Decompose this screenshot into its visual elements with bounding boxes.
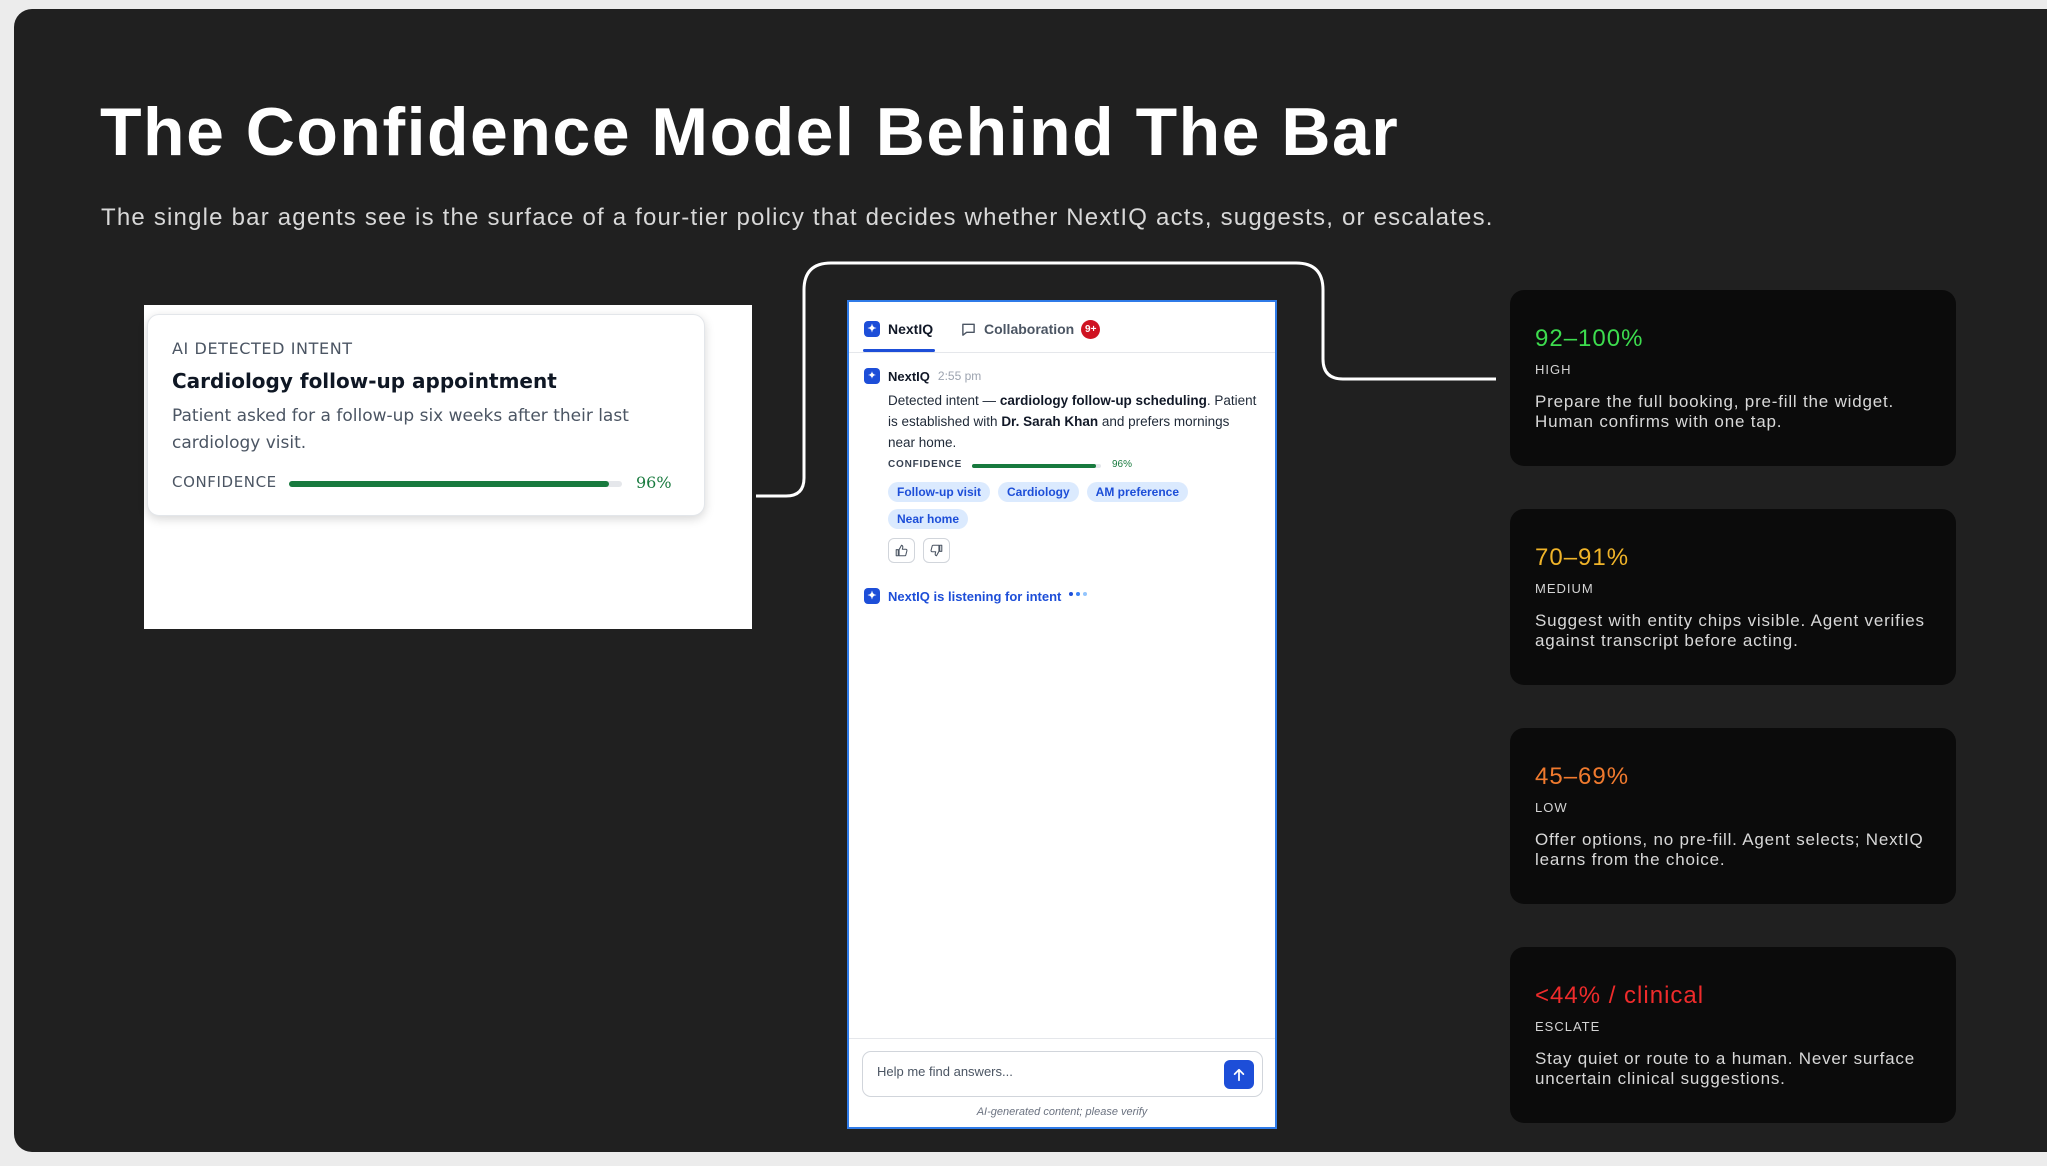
- thumbs-up-button[interactable]: [888, 538, 915, 563]
- page-subtitle: The single bar agents see is the surface…: [101, 204, 1494, 231]
- tier-card-medium: 70–91% MEDIUM Suggest with entity chips …: [1510, 509, 1956, 685]
- entity-chip[interactable]: AM preference: [1086, 482, 1189, 502]
- entity-chip[interactable]: Follow-up visit: [888, 482, 990, 502]
- tier-card-escalate: <44% / clinical ESCLATE Stay quiet or ro…: [1510, 947, 1956, 1123]
- active-tab-indicator: [863, 349, 935, 352]
- message-composer: [862, 1051, 1263, 1097]
- slide: The Confidence Model Behind The Bar The …: [14, 9, 2047, 1152]
- tier-level: LOW: [1535, 800, 1568, 815]
- intent-card-title: Cardiology follow-up appointment: [172, 369, 557, 393]
- page-title: The Confidence Model Behind The Bar: [100, 94, 1400, 170]
- nextiq-icon: ✦: [864, 588, 880, 604]
- tier-level: ESCLATE: [1535, 1019, 1601, 1034]
- tier-card-high: 92–100% HIGH Prepare the full booking, p…: [1510, 290, 1956, 466]
- tab-bar: ✦ NextIQ Collaboration 9+: [849, 302, 1275, 353]
- tier-range: 92–100%: [1535, 325, 1644, 352]
- notification-badge: 9+: [1081, 319, 1101, 339]
- tier-description: Suggest with entity chips visible. Agent…: [1535, 611, 1925, 650]
- confidence-bar-fill: [289, 481, 609, 487]
- message-input[interactable]: [877, 1064, 1197, 1079]
- intent-panel: AI DETECTED INTENT Cardiology follow-up …: [144, 305, 752, 629]
- tab-collaboration[interactable]: Collaboration 9+: [961, 318, 1101, 340]
- feedback-buttons: [888, 538, 1259, 563]
- tier-description: Stay quiet or route to a human. Never su…: [1535, 1049, 1915, 1088]
- message-sender: NextIQ: [888, 368, 930, 384]
- tier-description: Prepare the full booking, pre-fill the w…: [1535, 392, 1895, 431]
- typing-dot: [1076, 592, 1081, 596]
- intent-card-label: AI DETECTED INTENT: [172, 339, 353, 358]
- tier-range: 70–91%: [1535, 544, 1630, 571]
- message-confidence-label: CONFIDENCE: [888, 459, 963, 470]
- intent-card-description: Patient asked for a follow-up six weeks …: [172, 406, 629, 453]
- tier-card-low: 45–69% LOW Offer options, no pre-fill. A…: [1510, 728, 1956, 904]
- message-confidence-bar-fill: [972, 464, 1096, 468]
- tab-nextiq-label: NextIQ: [888, 321, 934, 337]
- tier-range: <44% / clinical: [1535, 982, 1705, 1009]
- thumbs-down-button[interactable]: [923, 538, 950, 563]
- typing-dots-icon: [1069, 592, 1088, 596]
- intent-card: AI DETECTED INTENT Cardiology follow-up …: [147, 314, 705, 516]
- entity-chip[interactable]: Cardiology: [998, 482, 1079, 502]
- message-confidence-bar: [972, 464, 1101, 468]
- typing-dot: [1083, 592, 1088, 596]
- tier-range: 45–69%: [1535, 763, 1630, 790]
- composer-divider: [849, 1038, 1275, 1039]
- tab-collaboration-label: Collaboration: [984, 321, 1075, 337]
- chat-bubble-icon: [962, 323, 975, 336]
- thumbs-down-icon: [930, 544, 943, 557]
- send-button[interactable]: [1224, 1060, 1254, 1089]
- assistant-panel: ✦ NextIQ Collaboration 9+ ✦ NextIQ 2:55 …: [847, 300, 1277, 1129]
- assistant-message: ✦ NextIQ 2:55 pm Detected intent — cardi…: [864, 368, 1259, 563]
- tier-description: Offer options, no pre-fill. Agent select…: [1535, 830, 1924, 869]
- nextiq-icon: ✦: [864, 321, 880, 337]
- message-confidence-value: 96%: [1112, 459, 1133, 470]
- message-text-part: Detected intent —: [888, 393, 1000, 408]
- tier-level: HIGH: [1535, 362, 1572, 377]
- listening-text: NextIQ is listening for intent: [888, 588, 1062, 604]
- detected-intent: cardiology follow-up scheduling: [999, 393, 1207, 408]
- message-text: Detected intent — cardiology follow-up s…: [888, 390, 1259, 453]
- message-time: 2:55 pm: [937, 369, 982, 383]
- arrow-up-icon: [1233, 1068, 1245, 1081]
- ai-disclaimer: AI-generated content; please verify: [976, 1106, 1148, 1118]
- nextiq-icon: ✦: [864, 368, 880, 384]
- entity-chip[interactable]: Near home: [888, 509, 969, 529]
- typing-dot: [1069, 592, 1074, 596]
- thumbs-up-icon: [895, 544, 908, 557]
- confidence-label: CONFIDENCE: [172, 473, 277, 491]
- confidence-value: 96%: [636, 473, 672, 492]
- message-header: ✦ NextIQ 2:55 pm: [864, 368, 1259, 384]
- confidence-bar: [289, 481, 622, 487]
- tier-level: MEDIUM: [1535, 581, 1594, 596]
- tab-nextiq[interactable]: ✦ NextIQ: [864, 318, 933, 340]
- message-confidence: CONFIDENCE 96%: [888, 459, 1259, 473]
- doctor-name: Dr. Sarah Khan: [1001, 414, 1099, 429]
- listening-indicator: ✦ NextIQ is listening for intent: [864, 588, 1088, 604]
- entity-chips: Follow-up visit Cardiology AM preference…: [888, 482, 1228, 529]
